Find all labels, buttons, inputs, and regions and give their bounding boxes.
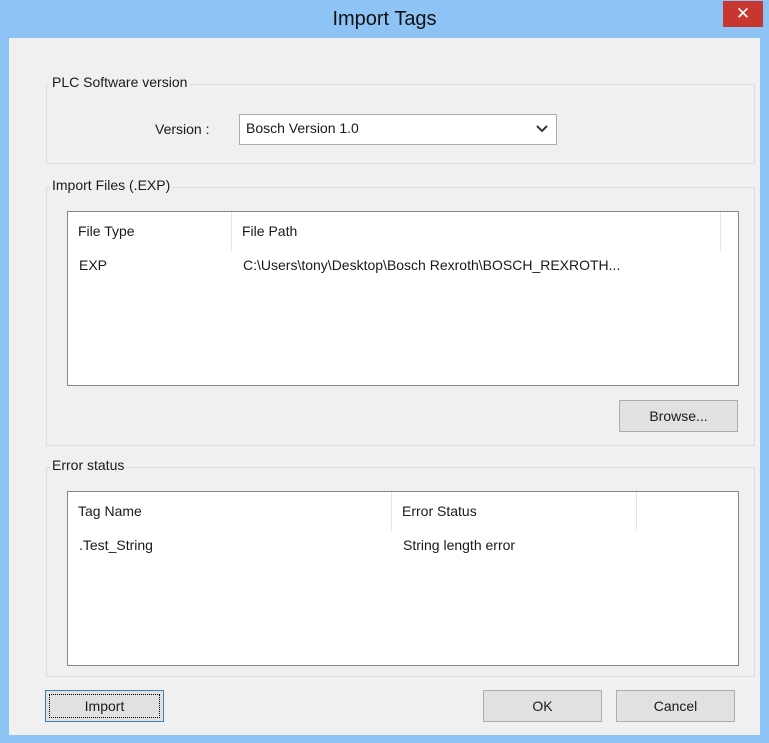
table-row[interactable]: EXP C:\Users\tony\Desktop\Bosch Rexroth\… — [68, 251, 738, 279]
close-icon: ✕ — [735, 4, 751, 23]
error-status-list-header: Tag Name Error Status — [68, 492, 738, 531]
import-tags-dialog: Import Tags ✕ PLC Software version Versi… — [0, 0, 769, 743]
chevron-down-icon — [536, 125, 548, 133]
file-type-cell: EXP — [79, 257, 108, 273]
ok-button-label: OK — [532, 698, 553, 714]
title-bar[interactable]: Import Tags ✕ — [0, 0, 769, 38]
column-header-error-status[interactable]: Error Status — [392, 492, 637, 531]
window-title: Import Tags — [332, 8, 437, 30]
plc-software-version-group: PLC Software version Version : Bosch Ver… — [46, 74, 755, 164]
dialog-body: PLC Software version Version : Bosch Ver… — [9, 38, 760, 735]
version-label: Version : — [155, 121, 210, 137]
column-header-file-path[interactable]: File Path — [232, 212, 721, 251]
file-path-cell: C:\Users\tony\Desktop\Bosch Rexroth\BOSC… — [243, 257, 621, 273]
version-select[interactable]: Bosch Version 1.0 — [239, 114, 557, 145]
error-status-group: Error status Tag Name Error Status .Test… — [46, 457, 755, 677]
tag-name-cell: .Test_String — [79, 537, 153, 553]
cancel-button-label: Cancel — [653, 698, 698, 714]
close-button[interactable]: ✕ — [723, 1, 763, 27]
column-header-tag-name[interactable]: Tag Name — [68, 492, 392, 531]
plc-group-title: PLC Software version — [50, 74, 190, 90]
import-files-list[interactable]: File Type File Path EXP C:\Users\tony\De… — [67, 211, 739, 386]
browse-button[interactable]: Browse... — [619, 400, 738, 432]
import-files-list-header: File Type File Path — [68, 212, 738, 251]
import-button-label: Import — [84, 698, 125, 714]
table-row[interactable]: .Test_String String length error — [68, 531, 738, 559]
version-select-value: Bosch Version 1.0 — [246, 120, 359, 136]
error-group-title: Error status — [50, 457, 127, 473]
import-group-title: Import Files (.EXP) — [50, 177, 173, 193]
column-header-file-type[interactable]: File Type — [68, 212, 232, 251]
cancel-button[interactable]: Cancel — [616, 690, 735, 722]
error-status-cell: String length error — [403, 537, 516, 553]
browse-button-label: Browse... — [649, 408, 708, 424]
import-files-group: Import Files (.EXP) File Type File Path … — [46, 177, 755, 446]
ok-button[interactable]: OK — [483, 690, 602, 722]
error-status-list[interactable]: Tag Name Error Status .Test_String Strin… — [67, 491, 739, 666]
import-button[interactable]: Import — [45, 690, 164, 722]
